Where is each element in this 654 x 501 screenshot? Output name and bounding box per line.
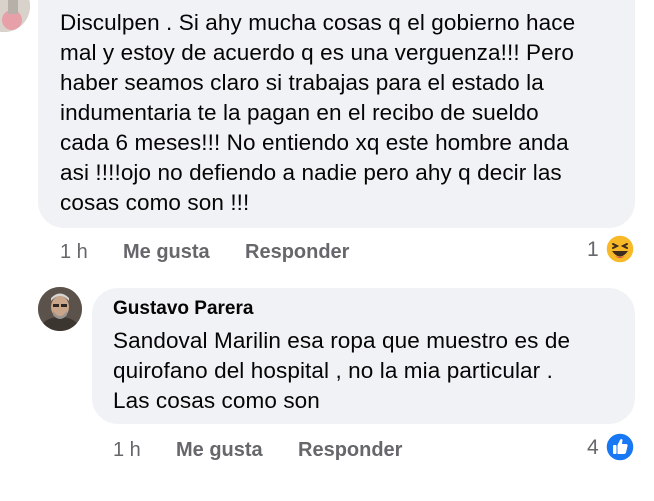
like-thumb-icon[interactable] <box>605 432 635 462</box>
avatar-image <box>38 287 82 331</box>
commenter-avatar[interactable] <box>38 287 82 331</box>
reaction-count[interactable]: 4 <box>587 436 599 460</box>
author-name[interactable]: Gustavo Parera <box>113 298 253 320</box>
reply-button[interactable]: Responder <box>245 241 349 264</box>
like-button[interactable]: Me gusta <box>176 439 263 462</box>
like-button[interactable]: Me gusta <box>123 241 210 264</box>
comment-time[interactable]: 1 h <box>113 439 141 462</box>
reaction-count[interactable]: 1 <box>587 238 599 262</box>
commenter-avatar[interactable] <box>0 0 30 32</box>
reply-text: Sandoval Marilin esa ropa que muestro es… <box>113 328 571 413</box>
comment-text: Disculpen . Si ahy mucha cosas q el gobi… <box>60 10 576 215</box>
avatar-image <box>0 0 30 32</box>
haha-emoji-icon[interactable] <box>605 234 635 264</box>
comment-time[interactable]: 1 h <box>60 241 88 264</box>
reply-button[interactable]: Responder <box>298 439 402 462</box>
